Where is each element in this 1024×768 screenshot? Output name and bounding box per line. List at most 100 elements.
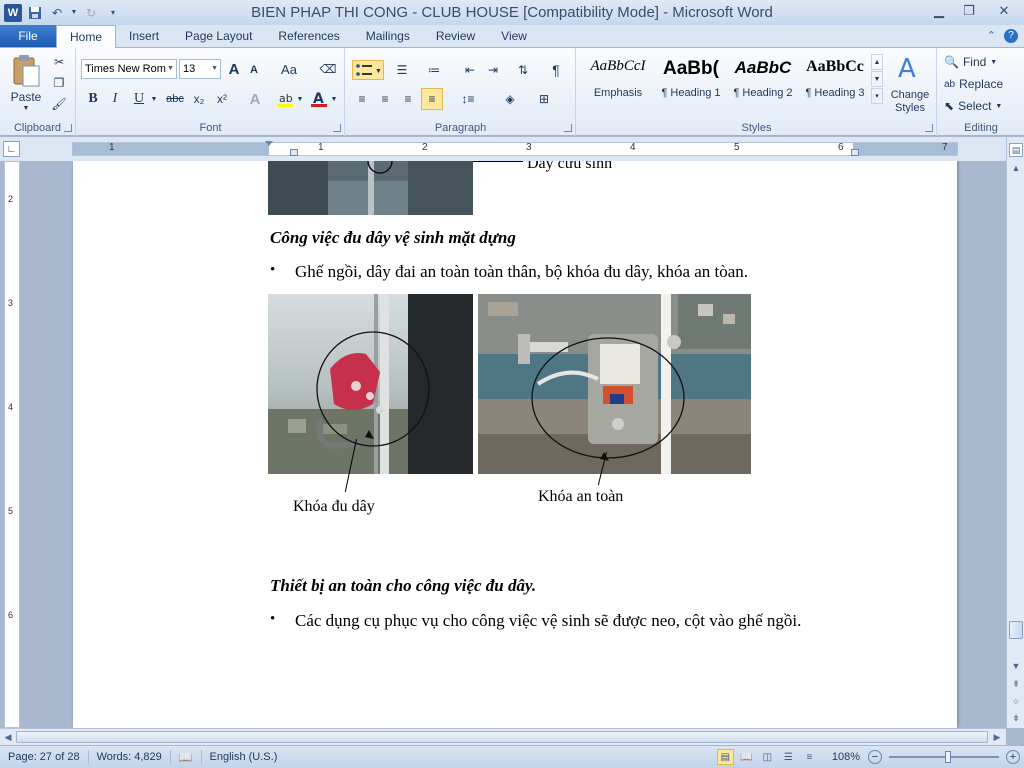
borders-icon[interactable]: ⊞ — [530, 89, 558, 109]
zoom-in-icon[interactable]: + — [1006, 750, 1020, 764]
save-icon[interactable] — [26, 4, 44, 22]
customize-qat-icon[interactable]: ▾ — [104, 4, 122, 22]
decrease-indent-icon[interactable]: ⇤ — [460, 60, 480, 80]
sort-icon[interactable]: ⇅ — [513, 60, 533, 80]
paste-icon[interactable] — [8, 52, 44, 90]
tab-file[interactable]: File — [0, 25, 56, 47]
tab-insert[interactable]: Insert — [116, 25, 172, 47]
font-color-icon[interactable]: A — [309, 89, 329, 109]
superscript-button[interactable]: x² — [212, 89, 232, 109]
web-layout-icon[interactable]: ◫ — [759, 749, 776, 765]
clear-formatting-icon[interactable]: ⌫ — [319, 60, 337, 78]
help-icon[interactable]: ? — [1004, 29, 1018, 43]
bullets-button[interactable]: ▼ — [352, 60, 384, 80]
styles-scroll-down-icon[interactable]: ▼ — [871, 71, 883, 87]
vertical-ruler[interactable]: 2 3 4 5 6 — [4, 161, 20, 728]
scroll-left-icon[interactable]: ◀ — [1, 730, 15, 744]
scroll-up-icon[interactable]: ▲ — [1009, 161, 1023, 175]
horizontal-scrollbar[interactable]: ◀ ▶ — [0, 728, 1006, 745]
style-heading-3[interactable]: AaBbCc ¶ Heading 3 — [799, 54, 871, 102]
underline-button[interactable]: U — [129, 89, 149, 109]
styles-scroll-up-icon[interactable]: ▲ — [871, 54, 883, 70]
replace-button[interactable]: ab Replace — [944, 75, 1020, 93]
proofing-status[interactable]: 📖 — [171, 749, 202, 765]
undo-icon[interactable]: ↶ — [48, 4, 66, 22]
paste-button[interactable]: Paste — [6, 90, 46, 104]
scroll-thumb[interactable] — [1009, 621, 1023, 639]
font-launcher-icon[interactable] — [333, 124, 341, 132]
tab-selector-icon[interactable]: ∟ — [3, 141, 20, 157]
font-name-combo[interactable]: Times New Rom ▼ — [81, 59, 177, 79]
draft-view-icon[interactable]: ≡ — [801, 749, 818, 765]
font-size-dropdown-icon[interactable]: ▼ — [211, 65, 218, 72]
print-layout-view-icon[interactable]: ▤ — [716, 749, 734, 765]
font-color-dropdown-icon[interactable]: ▼ — [330, 93, 338, 105]
minimize-ribbon-icon[interactable]: ⌃ — [987, 29, 996, 43]
format-painter-icon[interactable]: 🖌 — [50, 96, 68, 112]
subscript-button[interactable]: x₂ — [189, 89, 209, 109]
copy-icon[interactable]: ❐ — [50, 75, 68, 91]
change-styles-icon[interactable]: A — [889, 52, 929, 82]
close-button[interactable]: ✕ — [984, 0, 1024, 22]
paragraph-launcher-icon[interactable] — [564, 124, 572, 132]
paste-dropdown-icon[interactable]: ▼ — [20, 104, 32, 112]
right-indent-marker[interactable] — [851, 149, 859, 156]
find-button[interactable]: 🔍 Find ▼ — [944, 53, 1020, 71]
styles-more-icon[interactable]: ▾ — [871, 88, 883, 104]
zoom-slider-thumb[interactable] — [945, 751, 951, 763]
change-styles-button[interactable]: Change Styles — [887, 88, 933, 116]
align-center-icon[interactable]: ≡ — [375, 89, 395, 109]
zoom-level[interactable]: 108% — [832, 751, 860, 763]
photo-safety-lock[interactable] — [478, 294, 751, 474]
hanging-indent-marker[interactable] — [290, 149, 298, 156]
word-count[interactable]: Words: 4,829 — [89, 749, 171, 765]
word-app-icon[interactable]: W — [4, 3, 22, 22]
minimize-button[interactable]: ▁ — [924, 0, 954, 22]
tab-review[interactable]: Review — [423, 25, 488, 47]
bold-button[interactable]: B — [83, 89, 103, 109]
text-effects-icon[interactable]: A — [245, 89, 265, 109]
tab-page-layout[interactable]: Page Layout — [172, 25, 265, 47]
scroll-down-icon[interactable]: ▼ — [1009, 659, 1023, 673]
full-screen-reading-icon[interactable]: 📖 — [738, 749, 755, 765]
previous-page-icon[interactable]: ⇞ — [1009, 677, 1023, 691]
styles-launcher-icon[interactable] — [925, 124, 933, 132]
photo-rope-lock[interactable] — [268, 294, 473, 474]
grow-font-button[interactable]: A — [225, 60, 243, 78]
line-spacing-icon[interactable]: ↕≡ — [454, 89, 482, 109]
numbering-icon[interactable]: ☰ — [388, 60, 416, 80]
highlight-dropdown-icon[interactable]: ▼ — [296, 93, 304, 105]
underline-dropdown-icon[interactable]: ▼ — [150, 93, 158, 105]
horizontal-ruler[interactable]: 1 1 2 3 4 5 6 7 — [72, 141, 958, 156]
style-heading-2[interactable]: AaBbC ¶ Heading 2 — [727, 54, 799, 102]
zoom-slider[interactable] — [889, 751, 999, 763]
style-heading-1[interactable]: AaBb( ¶ Heading 1 — [655, 54, 727, 102]
tab-references[interactable]: References — [265, 25, 352, 47]
multilevel-list-icon[interactable]: ≔ — [420, 60, 448, 80]
undo-dropdown-icon[interactable]: ▼ — [70, 4, 78, 22]
increase-indent-icon[interactable]: ⇥ — [483, 60, 503, 80]
vertical-scrollbar[interactable]: ▤ ▲ ▼ ⇞ ○ ⇟ — [1006, 137, 1024, 728]
tab-view[interactable]: View — [488, 25, 540, 47]
cut-icon[interactable]: ✂ — [50, 54, 68, 70]
style-emphasis[interactable]: AaBbCcI Emphasis — [582, 54, 654, 102]
view-ruler-icon[interactable]: ▤ — [1009, 143, 1023, 157]
highlight-icon[interactable]: ab — [275, 89, 295, 109]
horizontal-scroll-thumb[interactable] — [16, 731, 988, 743]
font-size-combo[interactable]: 13 ▼ — [179, 59, 221, 79]
restore-button[interactable]: ❐ — [954, 0, 984, 22]
scroll-right-icon[interactable]: ▶ — [990, 730, 1004, 744]
redo-icon[interactable]: ↻ — [82, 4, 100, 22]
tab-home[interactable]: Home — [56, 25, 117, 48]
select-browse-object-icon[interactable]: ○ — [1009, 694, 1023, 708]
italic-button[interactable]: I — [105, 89, 125, 109]
align-right-icon[interactable]: ≡ — [398, 89, 418, 109]
page-count[interactable]: Page: 27 of 28 — [0, 749, 89, 765]
zoom-out-icon[interactable]: − — [868, 750, 882, 764]
align-left-icon[interactable]: ≡ — [352, 89, 372, 109]
select-button[interactable]: ⬉ Select ▼ — [944, 97, 1020, 115]
justify-icon[interactable]: ≡ — [421, 88, 443, 110]
shading-icon[interactable]: ◈ — [496, 89, 524, 109]
shrink-font-button[interactable]: A — [246, 62, 262, 78]
document-page[interactable]: Dây cứu sinh Công việc đu dây vệ sinh mặ… — [73, 161, 957, 728]
